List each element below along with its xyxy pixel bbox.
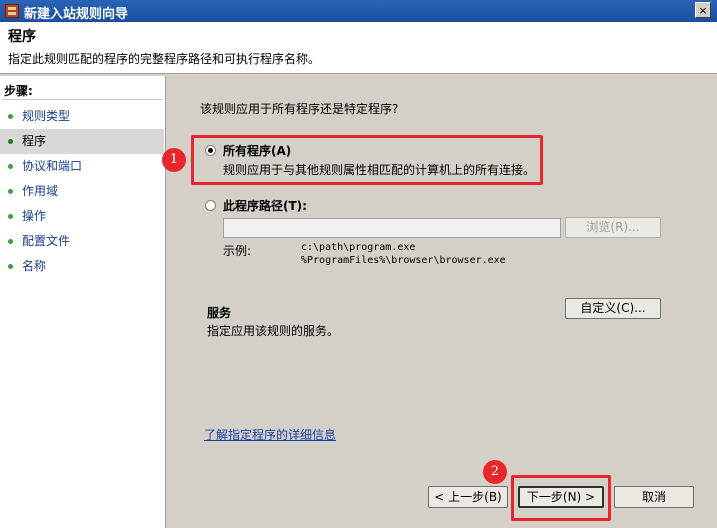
- step-profile[interactable]: 配置文件: [0, 229, 164, 254]
- page-subtitle: 指定此规则匹配的程序的完整程序路径和可执行程序名称。: [8, 52, 321, 66]
- steps-panel: 步骤: 规则类型 程序 协议和端口 作用域 操作 配置文件 名称: [0, 76, 166, 528]
- annotation-highlight-2: [511, 475, 611, 521]
- step-label: 程序: [22, 134, 47, 148]
- example-label: 示例:: [223, 244, 252, 258]
- back-button[interactable]: < 上一步(B): [428, 486, 508, 508]
- step-label: 规则类型: [22, 109, 71, 123]
- steps-divider: [2, 99, 162, 100]
- customize-button[interactable]: 自定义(C)...: [565, 298, 661, 319]
- step-name[interactable]: 名称: [0, 254, 164, 279]
- this-program-label[interactable]: 此程序路径(T):: [223, 197, 307, 214]
- step-action[interactable]: 操作: [0, 204, 164, 229]
- step-label: 名称: [22, 259, 47, 273]
- title-bar: 新建入站规则向导 ×: [0, 0, 717, 22]
- learn-more-link[interactable]: 了解指定程序的详细信息: [204, 426, 336, 443]
- scope-question: 该规则应用于所有程序还是特定程序?: [200, 102, 399, 116]
- annotation-highlight-1: [191, 135, 543, 185]
- this-program-radio[interactable]: [205, 200, 216, 211]
- step-protocol-ports[interactable]: 协议和端口: [0, 154, 164, 179]
- browse-button[interactable]: 浏览(R)...: [565, 217, 661, 238]
- example-path-1: c:\path\program.exe: [301, 242, 416, 253]
- main-content: 该规则应用于所有程序还是特定程序? 所有程序(A) 规则应用于与其他规则属性相匹…: [162, 76, 717, 528]
- step-scope[interactable]: 作用域: [0, 179, 164, 204]
- cancel-button[interactable]: 取消: [614, 486, 694, 508]
- wizard-header: 程序 指定此规则匹配的程序的完整程序路径和可执行程序名称。: [0, 22, 717, 74]
- step-bullet-icon: [8, 239, 13, 244]
- step-bullet-icon: [8, 114, 13, 119]
- step-bullet-icon: [8, 264, 13, 269]
- step-rule-type[interactable]: 规则类型: [0, 104, 164, 129]
- step-bullet-icon: [8, 139, 13, 144]
- step-bullet-icon: [8, 214, 13, 219]
- firewall-icon: [5, 4, 19, 18]
- services-title: 服务: [207, 306, 232, 320]
- example-path-2: %ProgramFiles%\browser\browser.exe: [301, 255, 506, 266]
- step-program[interactable]: 程序: [0, 129, 164, 154]
- page-title: 程序: [8, 29, 36, 45]
- steps-title: 步骤:: [4, 84, 33, 98]
- window-title: 新建入站规则向导: [24, 7, 129, 22]
- step-label: 作用域: [22, 184, 59, 198]
- step-label: 配置文件: [22, 234, 71, 248]
- step-bullet-icon: [8, 164, 13, 169]
- annotation-badge-2: 2: [483, 460, 507, 484]
- wizard-window: 新建入站规则向导 × 程序 指定此规则匹配的程序的完整程序路径和可执行程序名称。…: [0, 0, 717, 528]
- annotation-badge-1: 1: [162, 148, 186, 172]
- step-label: 协议和端口: [22, 159, 83, 173]
- step-label: 操作: [22, 209, 47, 223]
- step-bullet-icon: [8, 189, 13, 194]
- services-description: 指定应用该规则的服务。: [207, 324, 340, 338]
- close-button[interactable]: ×: [695, 2, 711, 18]
- program-path-input[interactable]: [223, 218, 561, 238]
